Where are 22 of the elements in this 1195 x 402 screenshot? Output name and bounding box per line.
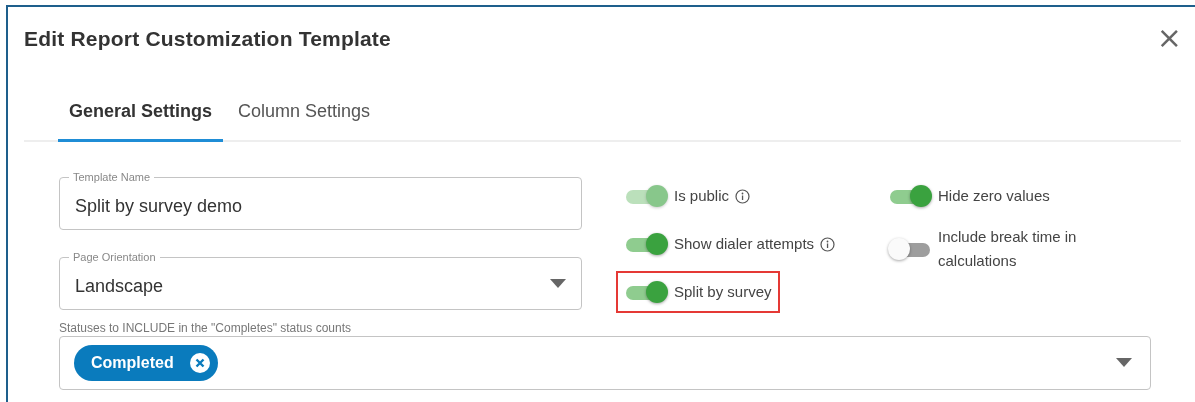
tab[interactable]: Column Settings — [227, 101, 382, 142]
toggle-label: Split by survey — [674, 282, 772, 302]
toggle-label: Hide zero values — [938, 186, 1050, 206]
toggle-switch[interactable] — [624, 233, 668, 255]
toggle-label: Include break time in calculations — [938, 227, 1078, 271]
close-button[interactable]: × — [1152, 23, 1186, 53]
multi-select-field[interactable]: Completed — [59, 336, 1151, 390]
field-value: Landscape — [75, 276, 164, 297]
info-icon[interactable] — [820, 236, 836, 252]
remove-icon[interactable] — [189, 353, 210, 373]
toggle-switch[interactable] — [624, 281, 668, 303]
dropdown-caret-icon[interactable] — [550, 278, 566, 289]
toggle-switch[interactable] — [888, 238, 932, 260]
dialog-title: Edit Report Customization Template — [24, 27, 391, 51]
field-value: Split by survey demo — [75, 196, 243, 217]
toggle-switch[interactable] — [888, 185, 932, 207]
toggle-label: Is public — [674, 186, 730, 206]
helper-label: Statuses to INCLUDE in the "Completes" status counts — [59, 321, 352, 335]
toggle-label: Show dialer attempts — [674, 234, 815, 254]
tab[interactable]: General Settings — [58, 101, 224, 142]
dropdown-caret-icon[interactable] — [1116, 358, 1132, 368]
status-chip: Completed — [74, 345, 218, 381]
